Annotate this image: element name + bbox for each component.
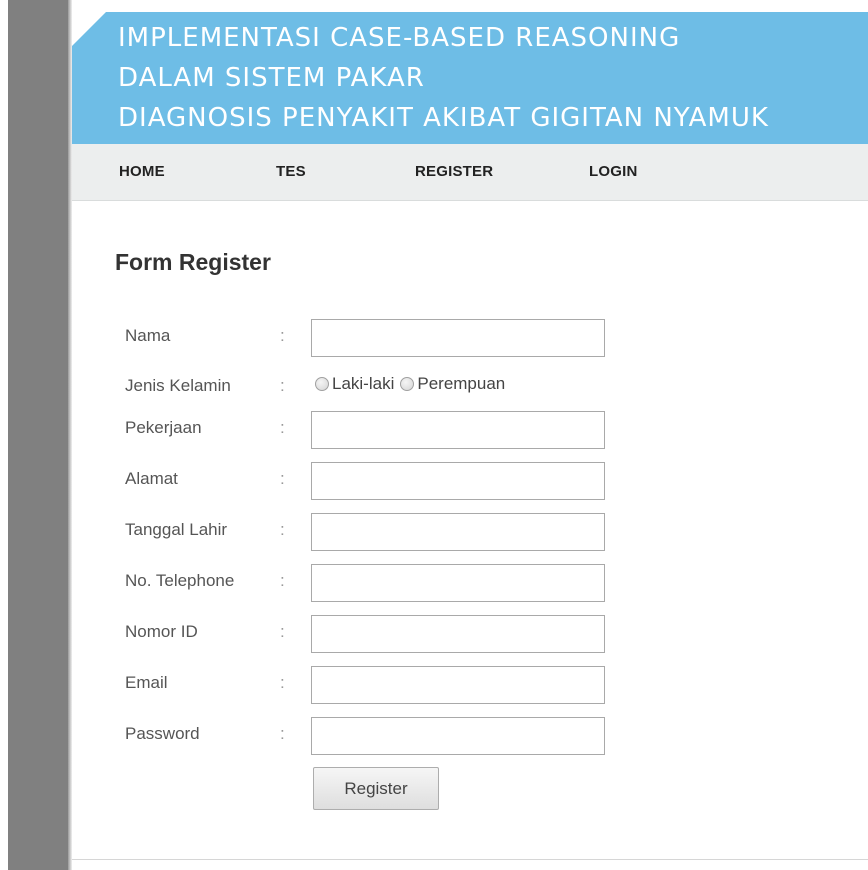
alamat-label: Alamat bbox=[125, 469, 178, 488]
colon-separator: : bbox=[280, 418, 285, 437]
colon-separator: : bbox=[280, 622, 285, 641]
telephone-input[interactable] bbox=[311, 564, 605, 602]
radio-perempuan-label[interactable]: Perempuan bbox=[417, 374, 505, 394]
main-content: Form Register Nama : Jenis Kelamin : Lak… bbox=[72, 201, 868, 859]
form-title: Form Register bbox=[115, 249, 271, 275]
left-sidebar-strip bbox=[8, 0, 68, 870]
site-header: IMPLEMENTASI CASE-BASED REASONING DALAM … bbox=[72, 12, 868, 144]
nav-login-link[interactable]: LOGIN bbox=[589, 144, 638, 200]
nav-tes-link[interactable]: TES bbox=[276, 144, 306, 200]
tanggal-lahir-input[interactable] bbox=[311, 513, 605, 551]
register-button[interactable]: Register bbox=[313, 767, 439, 810]
colon-separator: : bbox=[280, 571, 285, 590]
radio-laki-laki-label[interactable]: Laki-laki bbox=[332, 374, 394, 394]
colon-separator: : bbox=[280, 520, 285, 539]
radio-laki-laki[interactable] bbox=[315, 377, 329, 391]
nomor-id-label: Nomor ID bbox=[125, 622, 198, 641]
main-nav: HOME TES REGISTER LOGIN bbox=[72, 144, 868, 201]
site-title-line-3: DIAGNOSIS PENYAKIT AKIBAT GIGITAN NYAMUK bbox=[118, 103, 769, 133]
alamat-input[interactable] bbox=[311, 462, 605, 500]
nav-home-link[interactable]: HOME bbox=[119, 144, 165, 200]
site-title-line-2: DALAM SISTEM PAKAR bbox=[118, 63, 425, 93]
colon-separator: : bbox=[280, 326, 285, 345]
tanggal-lahir-label: Tanggal Lahir bbox=[125, 520, 228, 539]
footer-divider bbox=[72, 859, 868, 860]
colon-separator: : bbox=[280, 724, 285, 743]
nav-register-link[interactable]: REGISTER bbox=[415, 144, 493, 200]
colon-separator: : bbox=[280, 469, 285, 488]
pekerjaan-input[interactable] bbox=[311, 411, 605, 449]
nama-label: Nama bbox=[125, 326, 171, 345]
gender-radio-group: Laki-laki Perempuan bbox=[315, 374, 511, 394]
nama-input[interactable] bbox=[311, 319, 605, 357]
colon-separator: : bbox=[280, 673, 285, 692]
pekerjaan-label: Pekerjaan bbox=[125, 418, 202, 437]
nomor-id-input[interactable] bbox=[311, 615, 605, 653]
telephone-label: No. Telephone bbox=[125, 571, 235, 590]
colon-separator: : bbox=[280, 376, 285, 395]
email-label: Email bbox=[125, 673, 168, 692]
email-input[interactable] bbox=[311, 666, 605, 704]
site-title: IMPLEMENTASI CASE-BASED REASONING DALAM … bbox=[118, 18, 769, 138]
radio-perempuan[interactable] bbox=[400, 377, 415, 391]
jenis-kelamin-label: Jenis Kelamin bbox=[125, 376, 231, 395]
site-title-line-1: IMPLEMENTASI CASE-BASED REASONING bbox=[118, 23, 681, 53]
password-input[interactable] bbox=[311, 717, 605, 755]
password-label: Password bbox=[125, 724, 200, 743]
